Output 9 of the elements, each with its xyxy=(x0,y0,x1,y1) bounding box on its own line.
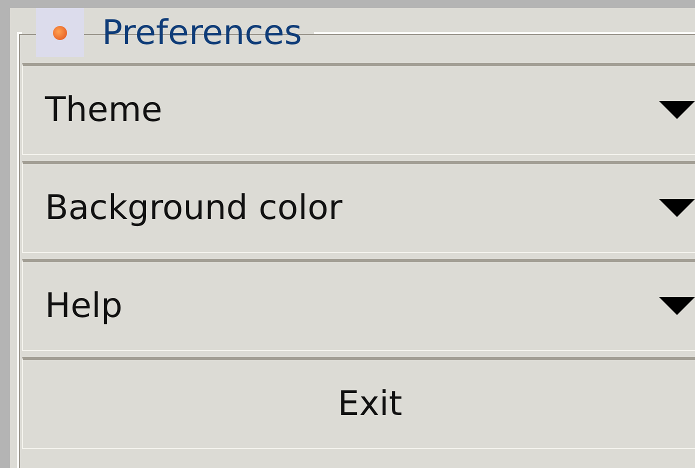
app-icon xyxy=(36,8,84,57)
exit-button[interactable]: Exit xyxy=(22,357,695,449)
dropdown-menu[interactable]: Theme xyxy=(22,63,695,155)
dropdown-arrow-icon xyxy=(659,199,695,217)
dropdown-menu[interactable]: Help xyxy=(22,259,695,351)
dropdown-arrow-icon xyxy=(659,101,695,119)
dropdown-arrow-icon xyxy=(659,297,695,315)
group-title: Preferences xyxy=(102,12,302,52)
dropdown-menu[interactable]: Background color xyxy=(22,161,695,253)
